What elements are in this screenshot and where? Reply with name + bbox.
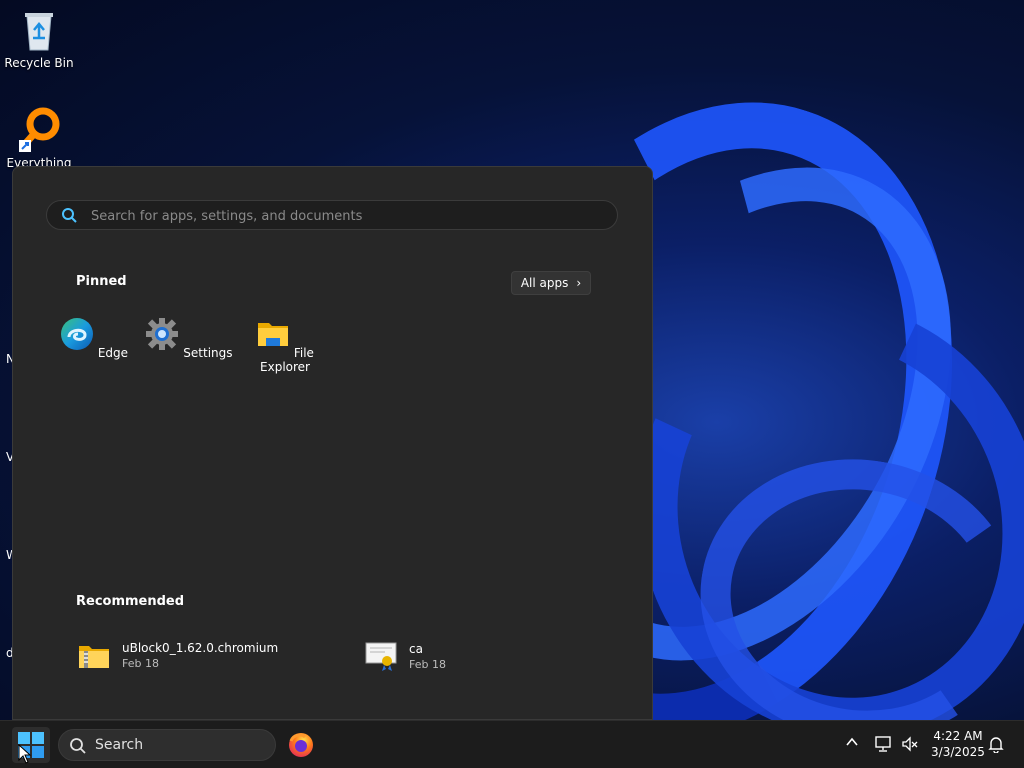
recommended-item-name: ca — [409, 641, 423, 656]
firefox-icon[interactable] — [287, 731, 315, 759]
taskbar-search[interactable]: Search — [58, 729, 276, 761]
all-apps-label: All apps — [520, 276, 569, 290]
pinned-app-file-explorer[interactable]: File Explorer — [240, 317, 330, 374]
chevron-up-icon[interactable] — [845, 735, 859, 749]
pinned-app-edge[interactable]: Edge — [49, 317, 139, 360]
recommended-item-date: Feb 18 — [409, 657, 446, 671]
all-apps-button[interactable]: All apps › — [511, 271, 591, 295]
pinned-app-label: Settings — [183, 346, 233, 360]
recommended-item[interactable]: uBlock0_1.62.0.chromium Feb 18 — [78, 641, 278, 670]
pinned-title: Pinned — [76, 274, 127, 289]
search-icon — [70, 738, 86, 754]
start-search-box[interactable] — [46, 200, 618, 230]
recommended-title: Recommended — [76, 594, 185, 609]
pinned-app-settings[interactable]: Settings — [144, 317, 234, 360]
desktop-icon-recycle-bin[interactable]: Recycle Bin — [1, 8, 77, 70]
system-clock[interactable]: 4:22 AM 3/3/2025 — [928, 728, 988, 760]
desktop-icon-label: Recycle Bin — [4, 56, 74, 70]
start-search-input[interactable] — [89, 205, 593, 227]
start-menu: Pinned All apps › Edge — [12, 166, 653, 720]
recommended-item[interactable]: ca Feb 18 — [365, 641, 446, 671]
recycle-bin-icon — [25, 13, 53, 51]
zip-folder-icon — [79, 645, 109, 668]
recommended-item-name: uBlock0_1.62.0.chromium — [122, 641, 279, 655]
volume-muted-icon[interactable] — [901, 735, 919, 753]
clock-time: 4:22 AM — [933, 729, 983, 743]
pinned-app-label: Edge — [97, 346, 129, 360]
folder-icon — [258, 323, 289, 346]
edge-icon — [60, 318, 93, 350]
taskbar-search-label: Search — [95, 737, 144, 753]
everything-search-icon — [19, 107, 60, 152]
recommended-item-date: Feb 18 — [122, 657, 159, 670]
desktop-icon-everything[interactable]: Everything — [1, 106, 77, 170]
search-icon — [62, 208, 77, 223]
settings-gear-icon — [146, 318, 179, 350]
taskbar: Search 4:22 AM 3/3/2025 — [0, 720, 1024, 768]
network-icon[interactable] — [874, 735, 892, 753]
certificate-icon — [365, 642, 397, 671]
mouse-cursor-icon — [18, 744, 32, 764]
notification-bell-icon[interactable] — [988, 735, 1004, 753]
clock-date: 3/3/2025 — [931, 745, 985, 759]
chevron-right-icon: › — [576, 276, 582, 290]
